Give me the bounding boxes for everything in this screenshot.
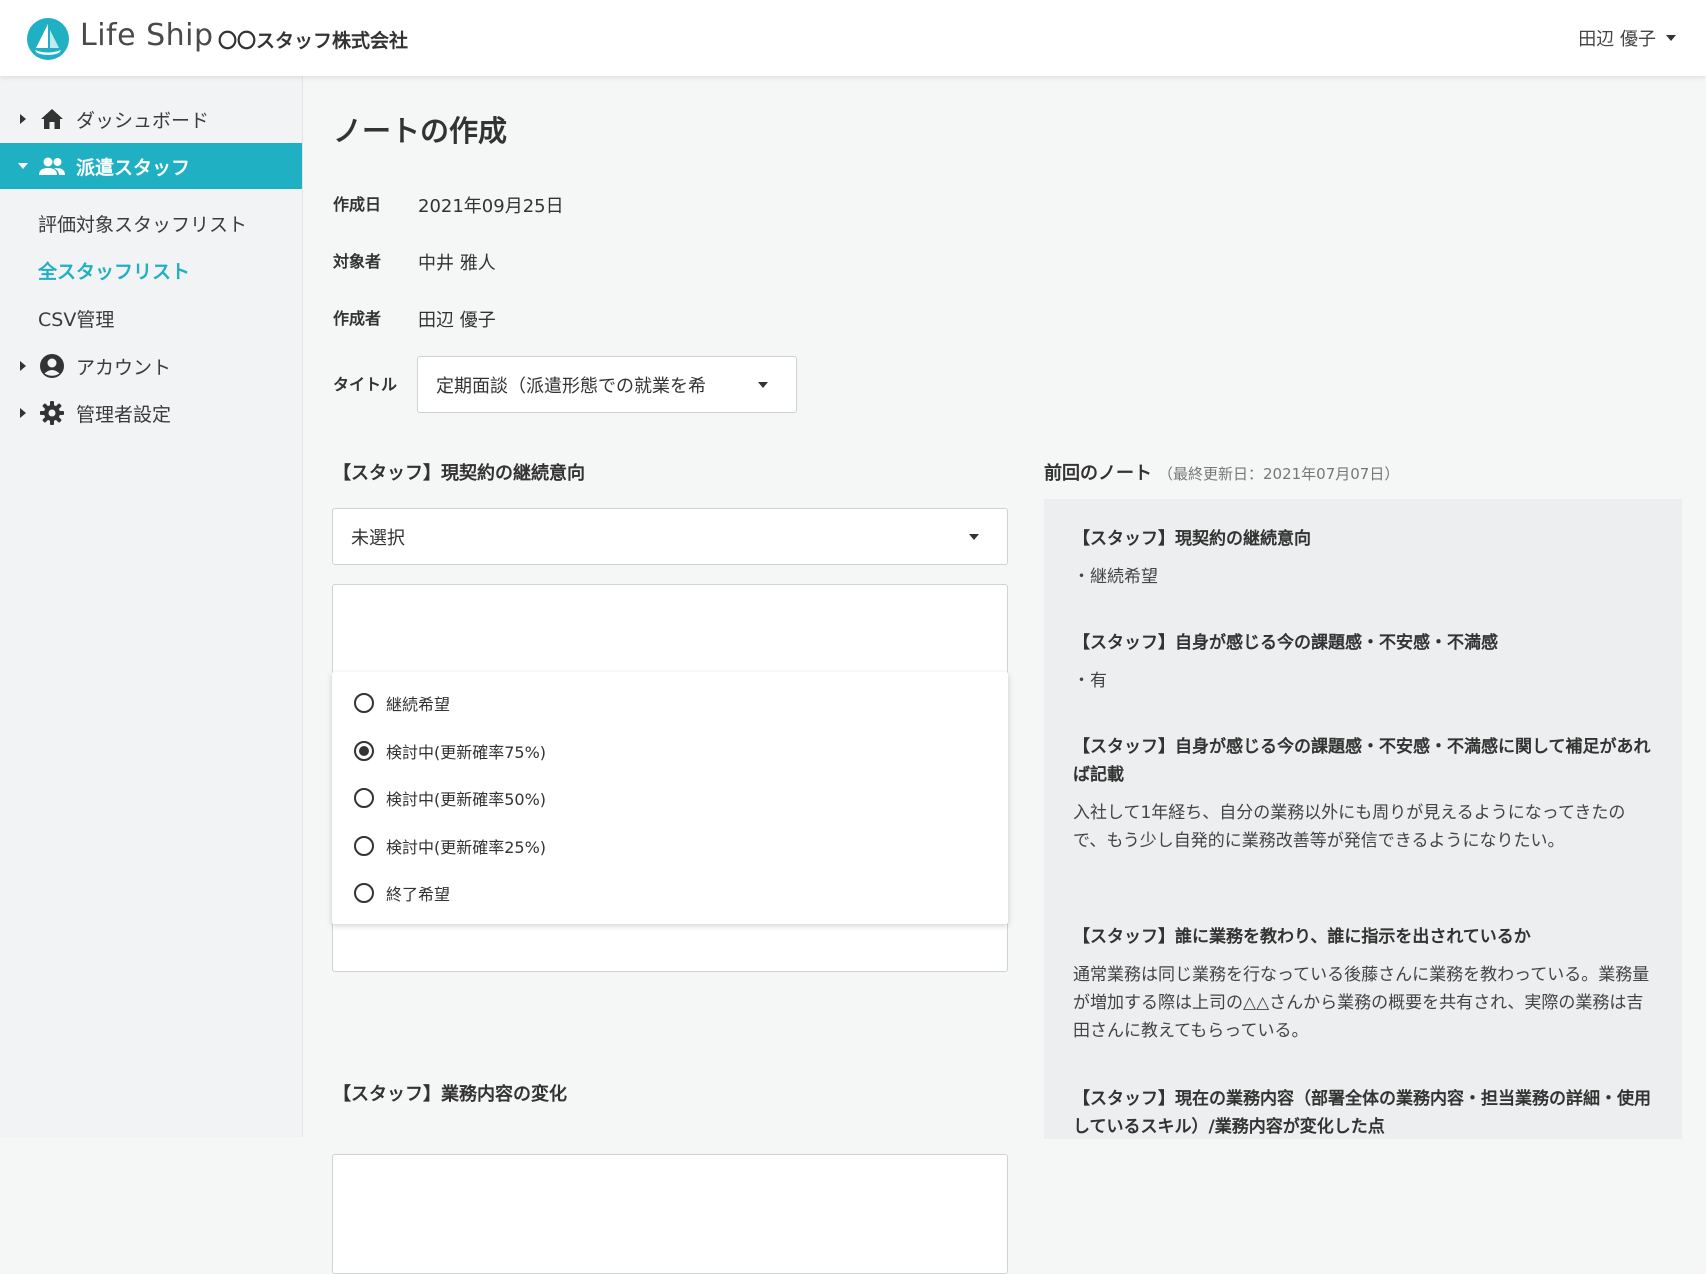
title-select[interactable]: 定期面談（派遣形態での就業を希 (417, 356, 797, 413)
previous-note-entry-body: 通常業務は同じ業務を行なっている後藤さんに業務を教わっている。業務量が増加する際… (1073, 965, 1650, 1041)
app-header: Life Ship 〇〇スタッフ株式会社 田辺 優子 (0, 0, 1706, 76)
previous-note-entry-heading: 【スタッフ】現契約の継続意向 (1073, 529, 1311, 549)
option-label: 継続希望 (386, 695, 451, 714)
brand-name[interactable]: Life Ship (80, 18, 214, 53)
chevron-down-icon (1666, 35, 1676, 41)
option-label: 検討中(更新確率75%) (386, 743, 547, 762)
continuation-intent-select[interactable]: 未選択 (332, 508, 1008, 565)
chevron-down-icon (969, 533, 979, 540)
radio-checked-icon (354, 741, 374, 761)
radio-unchecked-icon (354, 693, 374, 713)
work-content-change-label: 【スタッフ】業務内容の変化 (333, 1084, 567, 1105)
previous-note-entry-body: 入社して1年経ち、自分の業務以外にも周りが見えるようになってきたので、もう少し自… (1073, 803, 1626, 851)
continuation-intent-options: 継続希望 検討中(更新確率75%) 検討中(更新確率50%) 検討中(更新確率2… (332, 672, 1008, 924)
life-ship-logo-icon[interactable] (26, 17, 70, 61)
title-select-value: 定期面談（派遣形態での就業を希 (436, 375, 706, 397)
sidebar: ダッシュボード 派遣スタッフ 評価対象スタッフリスト 全スタッフリスト CSV管… (0, 76, 303, 1137)
sidebar-item-label: ダッシュボード (76, 109, 210, 132)
gear-icon (38, 399, 66, 427)
previous-note-panel: 【スタッフ】現契約の継続意向 ・継続希望 【スタッフ】自身が感じる今の課題感・不… (1044, 499, 1682, 1139)
previous-note-updated: （最終更新日：2021年07月07日） (1158, 465, 1400, 483)
previous-note-entry-heading: 【スタッフ】自身が感じる今の課題感・不安感・不満感に関して補足があれば記載 (1073, 737, 1651, 785)
previous-note-entry-body: ・継続希望 (1073, 567, 1158, 587)
page-title: ノートの作成 (333, 114, 508, 148)
created-date-label: 作成日 (333, 195, 382, 214)
title-label: タイトル (333, 375, 398, 394)
radio-unchecked-icon (354, 788, 374, 808)
user-name: 田辺 優子 (1578, 29, 1656, 50)
option-considering-75[interactable]: 検討中(更新確率75%) (354, 736, 546, 766)
option-end[interactable]: 終了希望 (354, 878, 450, 908)
chevron-down-icon (18, 163, 28, 169)
previous-note-entry-heading: 【スタッフ】自身が感じる今の課題感・不安感・不満感 (1073, 633, 1498, 653)
author-value: 田辺 優子 (418, 310, 496, 331)
chevron-right-icon (20, 114, 26, 124)
option-label: 検討中(更新確率50%) (386, 790, 547, 809)
user-menu[interactable]: 田辺 優子 (1578, 25, 1676, 51)
option-considering-25[interactable]: 検討中(更新確率25%) (354, 831, 546, 861)
sidebar-item-dashboard[interactable]: ダッシュボード (0, 96, 302, 142)
continuation-intent-label: 【スタッフ】現契約の継続意向 (333, 463, 585, 484)
previous-note-title: 前回のノート （最終更新日：2021年07月07日） (1044, 459, 1399, 485)
chevron-right-icon (20, 408, 26, 418)
previous-note-heading: 前回のノート (1044, 463, 1152, 484)
sidebar-subitem-all-staff-list[interactable]: 全スタッフリスト (38, 257, 190, 284)
option-label: 検討中(更新確率25%) (386, 838, 547, 857)
continuation-intent-select-value: 未選択 (351, 527, 405, 549)
sidebar-item-staff[interactable]: 派遣スタッフ (0, 143, 302, 189)
chevron-right-icon (20, 361, 26, 371)
option-considering-50[interactable]: 検討中(更新確率50%) (354, 783, 546, 813)
sidebar-subitem-csv[interactable]: CSV管理 (38, 305, 114, 332)
chevron-down-icon (758, 381, 768, 388)
main-content: ノートの作成 作成日 2021年09月25日 対象者 中井 雅人 作成者 田辺 … (303, 76, 1706, 1274)
option-continue[interactable]: 継続希望 (354, 688, 450, 718)
work-content-change-textarea[interactable] (332, 1154, 1008, 1274)
sidebar-item-label: アカウント (76, 356, 172, 379)
sidebar-subitem-evaluation-list[interactable]: 評価対象スタッフリスト (38, 210, 247, 237)
option-label: 終了希望 (386, 885, 451, 904)
sidebar-item-account[interactable]: アカウント (0, 343, 302, 389)
created-date-value: 2021年09月25日 (418, 196, 564, 217)
previous-note-entry-heading: 【スタッフ】誰に業務を教わり、誰に指示を出されているか (1073, 927, 1531, 947)
company-name: 〇〇スタッフ株式会社 (218, 30, 409, 52)
account-circle-icon (38, 352, 66, 380)
author-label: 作成者 (333, 309, 382, 328)
home-icon (38, 105, 66, 133)
sidebar-item-label: 派遣スタッフ (76, 156, 191, 179)
previous-note-entry-heading: 【スタッフ】現在の業務内容（部署全体の業務内容・担当業務の詳細・使用しているスキ… (1073, 1089, 1651, 1137)
sidebar-item-label: 管理者設定 (76, 403, 172, 426)
sidebar-item-admin-settings[interactable]: 管理者設定 (0, 390, 302, 436)
previous-note-entry-body: ・有 (1073, 671, 1107, 691)
radio-unchecked-icon (354, 883, 374, 903)
radio-unchecked-icon (354, 836, 374, 856)
people-icon (38, 152, 66, 180)
target-person-value: 中井 雅人 (418, 253, 496, 274)
target-person-label: 対象者 (333, 252, 382, 271)
